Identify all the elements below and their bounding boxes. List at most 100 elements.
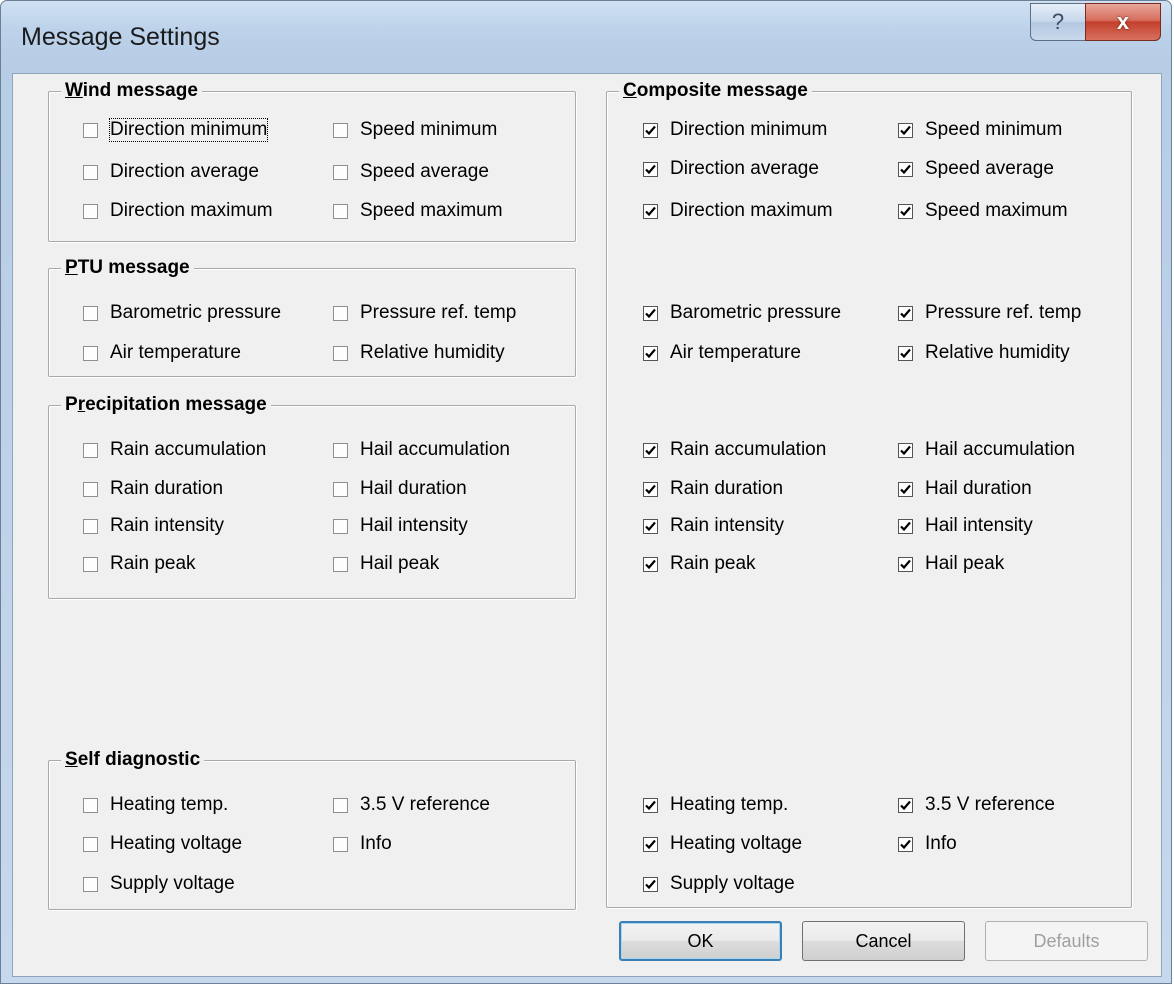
defaults-button[interactable]: Defaults: [985, 921, 1148, 961]
composite-checkbox-rain-intensity[interactable]: Rain intensity: [643, 515, 784, 537]
checkbox-unchecked-icon[interactable]: [83, 876, 98, 892]
composite-checkbox-direction-average[interactable]: Direction average: [643, 158, 819, 180]
ptu-checkbox-relative-humidity[interactable]: Relative humidity: [333, 342, 505, 364]
composite-checkbox-direction-minimum[interactable]: Direction minimum: [643, 119, 827, 141]
checkbox-checked-icon[interactable]: [898, 442, 913, 458]
checkbox-checked-icon[interactable]: [643, 876, 658, 892]
checkbox-checked-icon[interactable]: [898, 797, 913, 813]
composite-checkbox-speed-maximum[interactable]: Speed maximum: [898, 200, 1068, 222]
wind-checkbox-direction-minimum[interactable]: Direction minimum: [83, 118, 269, 142]
checkbox-unchecked-icon[interactable]: [333, 518, 348, 534]
checkbox-unchecked-icon[interactable]: [83, 442, 98, 458]
self-checkbox-3-5-v-reference[interactable]: 3.5 V reference: [333, 794, 490, 816]
self-checkbox-heating-voltage[interactable]: Heating voltage: [83, 833, 242, 855]
self-checkbox-heating-temp[interactable]: Heating temp.: [83, 794, 228, 816]
composite-checkbox-heating-voltage[interactable]: Heating voltage: [643, 833, 802, 855]
checkbox-unchecked-icon[interactable]: [83, 203, 98, 219]
title-bar[interactable]: Message Settings ? x: [1, 1, 1171, 73]
checkbox-checked-icon[interactable]: [643, 518, 658, 534]
precip-checkbox-hail-accumulation[interactable]: Hail accumulation: [333, 439, 510, 461]
cancel-button[interactable]: Cancel: [802, 921, 965, 961]
checkbox-unchecked-icon[interactable]: [83, 345, 98, 361]
checkbox-unchecked-icon[interactable]: [333, 481, 348, 497]
composite-checkbox-speed-minimum[interactable]: Speed minimum: [898, 119, 1062, 141]
composite-checkbox-relative-humidity[interactable]: Relative humidity: [898, 342, 1070, 364]
checkbox-checked-icon[interactable]: [898, 481, 913, 497]
checkbox-unchecked-icon[interactable]: [83, 122, 98, 138]
checkbox-checked-icon[interactable]: [898, 518, 913, 534]
checkbox-unchecked-icon[interactable]: [83, 305, 98, 321]
checkbox-label: Direction minimum: [108, 118, 269, 142]
checkbox-unchecked-icon[interactable]: [83, 164, 98, 180]
checkbox-checked-icon[interactable]: [898, 122, 913, 138]
checkbox-unchecked-icon[interactable]: [83, 836, 98, 852]
composite-checkbox-rain-peak[interactable]: Rain peak: [643, 553, 756, 575]
composite-checkbox-air-temperature[interactable]: Air temperature: [643, 342, 801, 364]
checkbox-unchecked-icon[interactable]: [333, 203, 348, 219]
wind-checkbox-speed-average[interactable]: Speed average: [333, 161, 489, 183]
checkbox-checked-icon[interactable]: [643, 836, 658, 852]
self-checkbox-info[interactable]: Info: [333, 833, 392, 855]
checkbox-checked-icon[interactable]: [898, 203, 913, 219]
checkbox-checked-icon[interactable]: [898, 345, 913, 361]
checkbox-unchecked-icon[interactable]: [333, 836, 348, 852]
composite-checkbox-hail-peak[interactable]: Hail peak: [898, 553, 1004, 575]
composite-checkbox-barometric-pressure[interactable]: Barometric pressure: [643, 302, 841, 324]
checkbox-checked-icon[interactable]: [643, 305, 658, 321]
precip-checkbox-rain-intensity[interactable]: Rain intensity: [83, 515, 224, 537]
wind-checkbox-direction-maximum[interactable]: Direction maximum: [83, 200, 273, 222]
precip-checkbox-rain-accumulation[interactable]: Rain accumulation: [83, 439, 266, 461]
composite-checkbox-speed-average[interactable]: Speed average: [898, 158, 1054, 180]
composite-checkbox-supply-voltage[interactable]: Supply voltage: [643, 873, 795, 895]
wind-checkbox-speed-maximum[interactable]: Speed maximum: [333, 200, 503, 222]
help-button[interactable]: ?: [1030, 3, 1086, 41]
checkbox-checked-icon[interactable]: [643, 442, 658, 458]
checkbox-unchecked-icon[interactable]: [333, 797, 348, 813]
checkbox-unchecked-icon[interactable]: [333, 122, 348, 138]
composite-checkbox-hail-accumulation[interactable]: Hail accumulation: [898, 439, 1075, 461]
checkbox-unchecked-icon[interactable]: [83, 797, 98, 813]
checkbox-unchecked-icon[interactable]: [83, 518, 98, 534]
checkbox-unchecked-icon[interactable]: [333, 164, 348, 180]
checkbox-checked-icon[interactable]: [898, 161, 913, 177]
checkbox-unchecked-icon[interactable]: [333, 345, 348, 361]
precip-checkbox-rain-peak[interactable]: Rain peak: [83, 553, 196, 575]
self-checkbox-supply-voltage[interactable]: Supply voltage: [83, 873, 235, 895]
checkbox-checked-icon[interactable]: [643, 122, 658, 138]
checkbox-checked-icon[interactable]: [643, 556, 658, 572]
checkbox-unchecked-icon[interactable]: [83, 481, 98, 497]
checkbox-checked-icon[interactable]: [898, 836, 913, 852]
checkbox-checked-icon[interactable]: [898, 556, 913, 572]
checkbox-checked-icon[interactable]: [643, 345, 658, 361]
wind-checkbox-speed-minimum[interactable]: Speed minimum: [333, 119, 497, 141]
checkbox-checked-icon[interactable]: [643, 161, 658, 177]
composite-checkbox-info[interactable]: Info: [898, 833, 957, 855]
composite-checkbox-hail-intensity[interactable]: Hail intensity: [898, 515, 1033, 537]
composite-checkbox-hail-duration[interactable]: Hail duration: [898, 478, 1032, 500]
checkbox-checked-icon[interactable]: [898, 305, 913, 321]
wind-checkbox-direction-average[interactable]: Direction average: [83, 161, 259, 183]
checkbox-checked-icon[interactable]: [643, 797, 658, 813]
checkbox-checked-icon[interactable]: [643, 481, 658, 497]
composite-checkbox-direction-maximum[interactable]: Direction maximum: [643, 200, 833, 222]
checkbox-checked-icon[interactable]: [643, 203, 658, 219]
precip-checkbox-rain-duration[interactable]: Rain duration: [83, 478, 223, 500]
precip-checkbox-hail-duration[interactable]: Hail duration: [333, 478, 467, 500]
precip-checkbox-hail-peak[interactable]: Hail peak: [333, 553, 439, 575]
composite-checkbox-rain-accumulation[interactable]: Rain accumulation: [643, 439, 826, 461]
ok-button[interactable]: OK: [619, 921, 782, 961]
checkbox-unchecked-icon[interactable]: [333, 556, 348, 572]
ptu-checkbox-air-temperature[interactable]: Air temperature: [83, 342, 241, 364]
ptu-checkbox-pressure-ref-temp[interactable]: Pressure ref. temp: [333, 302, 516, 324]
checkbox-unchecked-icon[interactable]: [83, 556, 98, 572]
checkbox-unchecked-icon[interactable]: [333, 305, 348, 321]
composite-checkbox-3-5-v-reference[interactable]: 3.5 V reference: [898, 794, 1055, 816]
precip-checkbox-hail-intensity[interactable]: Hail intensity: [333, 515, 468, 537]
ptu-checkbox-barometric-pressure[interactable]: Barometric pressure: [83, 302, 281, 324]
checkbox-unchecked-icon[interactable]: [333, 442, 348, 458]
precipitation-message-title: Precipitation message: [61, 394, 271, 416]
composite-checkbox-heating-temp[interactable]: Heating temp.: [643, 794, 788, 816]
close-button[interactable]: x: [1085, 3, 1161, 41]
composite-checkbox-rain-duration[interactable]: Rain duration: [643, 478, 783, 500]
composite-checkbox-pressure-ref-temp[interactable]: Pressure ref. temp: [898, 302, 1081, 324]
